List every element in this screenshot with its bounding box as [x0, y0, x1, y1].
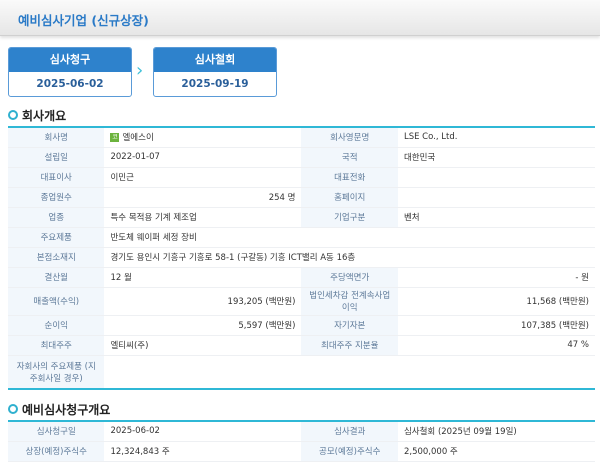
- field-label: 설립일: [8, 147, 105, 168]
- field-label: 회사영문명: [301, 127, 398, 148]
- progress-steps: 심사청구 2025-06-02 › 심사철회 2025-09-19: [0, 36, 600, 98]
- field-label: 심사청구일: [8, 421, 105, 442]
- step-request: 심사청구 2025-06-02: [8, 47, 132, 97]
- chevron-right-icon: ›: [136, 60, 144, 81]
- field-value: 코 엘에스이: [104, 127, 302, 148]
- field-value: 12 월: [104, 267, 302, 288]
- table-row: 심사청구일 2025-06-02 심사결과 심사철회 (2025년 09월 19일): [8, 421, 595, 442]
- field-label: 홈페이지: [301, 187, 398, 208]
- field-value: 12,324,843 주: [104, 441, 302, 462]
- field-label: 국적: [301, 147, 398, 168]
- table-row: 회사명 코 엘에스이 회사영문명 LSE Co., Ltd.: [8, 127, 595, 148]
- field-value: 2022-01-07: [104, 147, 302, 168]
- field-label: 종업원수: [8, 187, 105, 208]
- field-label: 매출액(수익): [8, 287, 105, 316]
- kosdaq-badge-icon: 코: [110, 133, 120, 143]
- table-row: 업종 특수 목적용 기계 제조업 기업구분 벤처: [8, 207, 595, 228]
- step-date: 2025-06-02: [36, 78, 104, 90]
- section-request-overview: 예비심사청구개요: [0, 398, 600, 420]
- field-value: 2025-06-02: [104, 421, 302, 442]
- field-value: 193,205 (백만원): [104, 287, 302, 316]
- step-label: 심사청구: [9, 48, 131, 72]
- table-row: 대표이사 이민근 대표전화: [8, 167, 595, 188]
- field-value: 특수 목적용 기계 제조업: [104, 207, 302, 228]
- field-label: 최대주주: [8, 335, 105, 356]
- table-row: 매출액(수익) 193,205 (백만원) 법인세차감 전계속사업이익 11,568 …: [8, 287, 595, 316]
- field-label: 기업구분: [301, 207, 398, 228]
- field-value: 이민근: [104, 167, 302, 188]
- table-row: 자회사의 주요제품 (지주회사일 경우): [8, 355, 595, 390]
- circle-bullet-icon: [8, 110, 18, 120]
- company-overview-table: 회사명 코 엘에스이 회사영문명 LSE Co., Ltd. 설립일 2022-01-07 국…: [8, 126, 595, 390]
- step-label: 심사철회: [154, 48, 276, 72]
- field-value: 11,568 (백만원): [397, 287, 595, 316]
- circle-bullet-icon: [8, 404, 18, 414]
- request-overview-table: 심사청구일 2025-06-02 심사결과 심사철회 (2025년 09월 19일) 상…: [8, 420, 595, 462]
- page-title: 예비심사기업 (신규상장): [18, 13, 149, 28]
- field-label: 대표이사: [8, 167, 105, 188]
- table-row: 결산월 12 월 주당액면가 - 원: [8, 267, 595, 288]
- field-label: 순이익: [8, 315, 105, 336]
- section-title: 예비심사청구개요: [22, 402, 111, 417]
- table-row: 본점소재지 경기도 용인시 기흥구 기흥로 58-1 (구갈동) 기흥 ICT밸리…: [8, 247, 595, 268]
- table-row: 상장(예정)주식수 12,324,843 주 공모(예정)주식수 2,500,000 …: [8, 441, 595, 462]
- field-value: 반도체 웨이퍼 세정 장비: [104, 227, 595, 248]
- table-row: 종업원수 254 명 홈페이지: [8, 187, 595, 208]
- field-value: 107,385 (백만원): [397, 315, 595, 336]
- table-row: 설립일 2022-01-07 국적 대한민국: [8, 147, 595, 168]
- step-withdraw: 심사철회 2025-09-19: [153, 47, 277, 97]
- field-label: 심사결과: [301, 421, 398, 442]
- field-label: 최대주주 지분율: [301, 335, 398, 356]
- field-label: 결산월: [8, 267, 105, 288]
- field-value: 심사철회 (2025년 09월 19일): [397, 421, 595, 442]
- field-label: 대표전화: [301, 167, 398, 188]
- field-label: 회사명: [8, 127, 105, 148]
- field-label: 공모(예정)주식수: [301, 441, 398, 462]
- table-row: 최대주주 엘티씨(주) 최대주주 지분율 47 %: [8, 335, 595, 356]
- field-label: 상장(예정)주식수: [8, 441, 105, 462]
- field-value: 5,597 (백만원): [104, 315, 302, 336]
- table-row: 주요제품 반도체 웨이퍼 세정 장비: [8, 227, 595, 248]
- field-label: 주요제품: [8, 227, 105, 248]
- field-value: [104, 355, 595, 390]
- field-value: 2,500,000 주: [397, 441, 595, 462]
- field-label: 자회사의 주요제품 (지주회사일 경우): [8, 355, 105, 390]
- field-value: 경기도 용인시 기흥구 기흥로 58-1 (구갈동) 기흥 ICT밸리 A동 1…: [104, 247, 595, 268]
- field-value: 벤처: [397, 207, 595, 228]
- field-value: 대한민국: [397, 147, 595, 168]
- field-label: 법인세차감 전계속사업이익: [301, 287, 398, 316]
- field-value: [397, 167, 595, 188]
- field-label: 주당액면가: [301, 267, 398, 288]
- step-date: 2025-09-19: [181, 78, 249, 90]
- field-value: [397, 187, 595, 208]
- field-value: LSE Co., Ltd.: [397, 127, 595, 148]
- field-label: 본점소재지: [8, 247, 105, 268]
- section-company-overview: 회사개요: [0, 104, 600, 126]
- field-value: 47 %: [397, 335, 595, 356]
- page-header: 예비심사기업 (신규상장): [0, 0, 600, 36]
- field-label: 업종: [8, 207, 105, 228]
- field-label: 자기자본: [301, 315, 398, 336]
- field-value: 엘티씨(주): [104, 335, 302, 356]
- section-title: 회사개요: [22, 108, 67, 123]
- field-value: 254 명: [104, 187, 302, 208]
- field-value: - 원: [397, 267, 595, 288]
- table-row: 순이익 5,597 (백만원) 자기자본 107,385 (백만원): [8, 315, 595, 336]
